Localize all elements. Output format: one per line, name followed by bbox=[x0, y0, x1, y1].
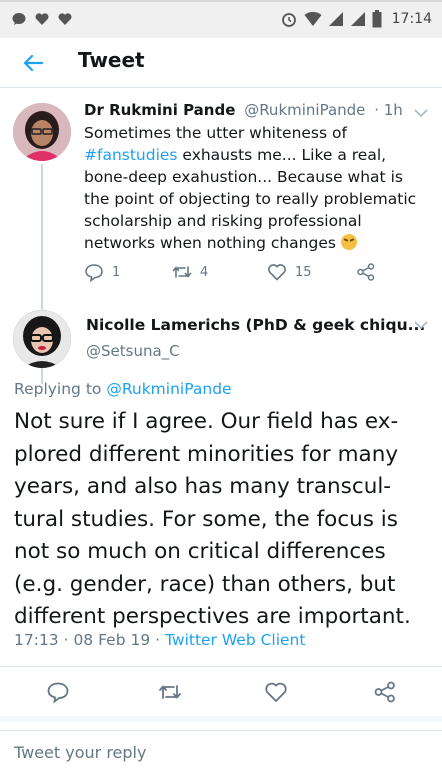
tweet-timestamp: 17:13 · 08 Feb 19 · Twitter Web Client bbox=[14, 631, 306, 649]
share-icon bbox=[357, 263, 375, 281]
wifi-icon bbox=[304, 11, 322, 26]
reply-input[interactable] bbox=[14, 743, 424, 762]
retweet-count: 4 bbox=[200, 264, 209, 280]
avatar[interactable] bbox=[13, 103, 71, 161]
chevron-down-icon[interactable] bbox=[414, 320, 428, 330]
tweet-text: Not sure if I agree. Our field has ex-pl… bbox=[14, 409, 411, 629]
share-icon[interactable] bbox=[373, 680, 397, 704]
tweet-text: Sometimes the utter whiteness of #fanstu… bbox=[84, 124, 417, 252]
tired-face-emoji bbox=[340, 234, 357, 250]
author-handle[interactable]: @Setsuna_C bbox=[86, 342, 180, 360]
reply-button[interactable]: 1 bbox=[84, 262, 120, 282]
heart-icon bbox=[268, 264, 286, 281]
divider bbox=[0, 666, 442, 667]
replying-to: Replying to @RukminiPande bbox=[14, 380, 232, 398]
reply-icon bbox=[85, 264, 103, 282]
avatar[interactable] bbox=[13, 310, 71, 368]
hashtag-link[interactable]: #fanstudies bbox=[84, 146, 178, 164]
tweet-header: Dr Rukmini Pande @RukminiPande · 1h bbox=[84, 100, 424, 120]
avatar-image bbox=[13, 310, 71, 368]
app-bar: Tweet bbox=[0, 38, 442, 88]
chat-bubble-icon bbox=[12, 13, 26, 25]
status-time: 17:14 bbox=[391, 11, 432, 27]
avatar-image bbox=[13, 103, 71, 161]
author-handle[interactable]: @RukminiPande bbox=[244, 101, 365, 119]
retweet-icon[interactable] bbox=[158, 680, 182, 704]
signal-icon bbox=[328, 12, 343, 26]
retweet-button[interactable]: 4 bbox=[172, 262, 208, 282]
signal-icon bbox=[350, 12, 365, 26]
share-button[interactable] bbox=[356, 262, 376, 282]
replying-to-handle[interactable]: @RukminiPande bbox=[106, 380, 231, 398]
heart-icon bbox=[35, 13, 49, 25]
heart-icon bbox=[58, 13, 72, 25]
heart-icon[interactable] bbox=[264, 680, 288, 704]
tweet-actions bbox=[0, 680, 442, 706]
retweet-icon bbox=[172, 266, 192, 278]
alarm-icon bbox=[281, 13, 296, 27]
like-button[interactable]: 15 bbox=[267, 262, 312, 282]
reply-icon[interactable] bbox=[46, 680, 70, 704]
like-count: 15 bbox=[295, 264, 312, 280]
author-name[interactable]: Nicolle Lamerichs (PhD & geek chiqu... bbox=[86, 316, 425, 334]
reply-bar bbox=[0, 730, 442, 782]
author-name[interactable]: Dr Rukmini Pande bbox=[84, 101, 235, 119]
reply-count: 1 bbox=[112, 264, 121, 280]
status-bar: 17:14 bbox=[0, 0, 442, 38]
page-title: Tweet bbox=[78, 48, 145, 72]
chevron-down-icon[interactable] bbox=[414, 108, 428, 118]
client-link[interactable]: Twitter Web Client bbox=[165, 631, 305, 649]
battery-icon bbox=[372, 10, 382, 28]
tweet-age: · 1h bbox=[374, 101, 403, 119]
divider bbox=[0, 716, 442, 722]
back-arrow-icon[interactable] bbox=[20, 50, 46, 76]
tweet-actions: 1 4 15 bbox=[84, 262, 404, 286]
